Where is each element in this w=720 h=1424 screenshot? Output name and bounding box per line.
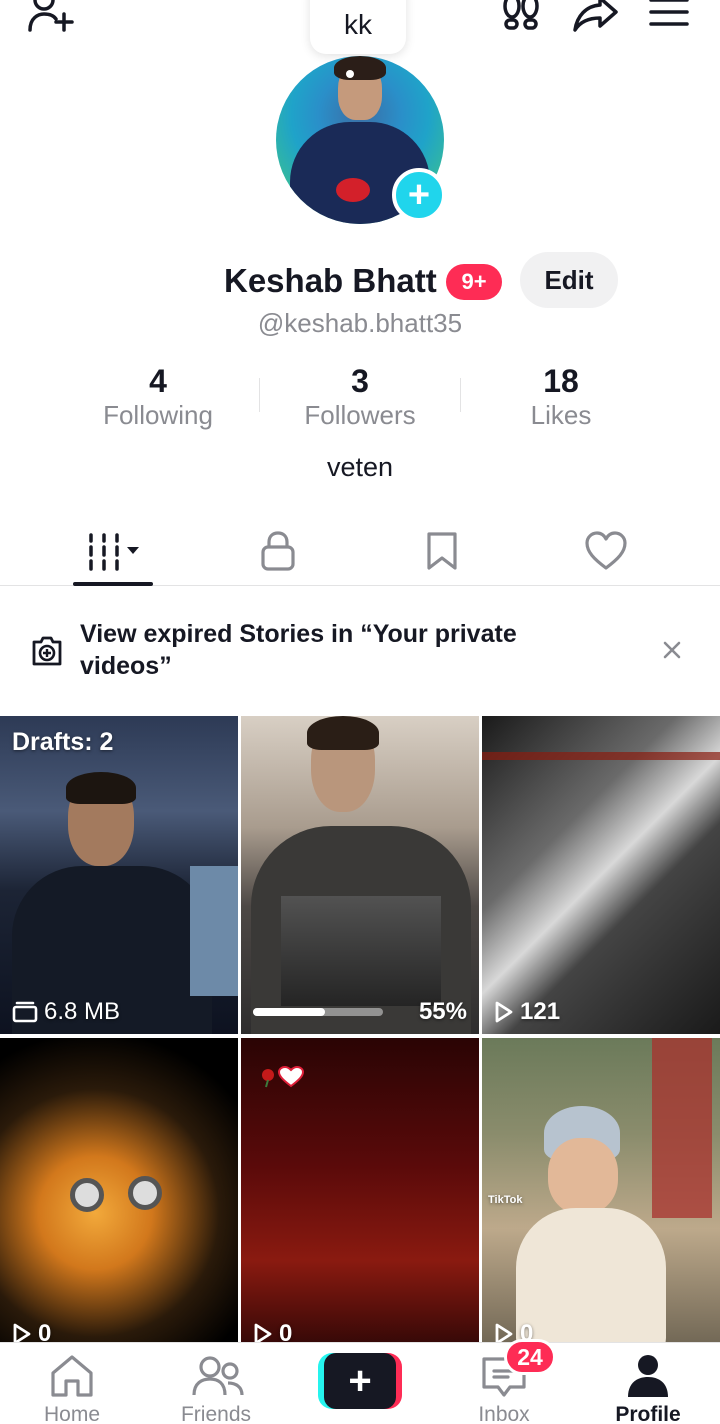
active-tab-indicator	[73, 582, 153, 586]
edit-profile-button[interactable]: Edit	[520, 252, 618, 308]
banner-text: View expired Stories in “Your private vi…	[80, 620, 517, 680]
nav-home[interactable]: Home	[12, 1343, 132, 1424]
video-grid: Drafts: 2 6.8 MB 55% 121 0 0 TikTok 0	[0, 716, 720, 1356]
story-add-icon	[32, 636, 62, 666]
video-cell[interactable]: TikTok 0	[482, 1038, 720, 1356]
profile-stats: 4 Following 3 Followers 18 Likes	[0, 362, 720, 442]
share-icon[interactable]	[572, 0, 620, 34]
bottom-navigation: Home Friends + Inbox 24 Profile	[0, 1339, 720, 1424]
profile-handle: @keshab.bhatt35	[257, 308, 463, 338]
menu-icon[interactable]	[648, 0, 690, 34]
tiktok-watermark: TikTok	[488, 1194, 523, 1206]
content-tabs	[0, 516, 720, 586]
stat-value: 4	[149, 363, 167, 399]
name-row: Keshab Bhatt 9+ Edit	[0, 252, 720, 310]
add-story-button[interactable]: +	[392, 168, 446, 222]
stat-following[interactable]: 4 Following	[58, 362, 258, 431]
top-bar: kk	[0, 0, 720, 54]
bookmark-icon	[427, 532, 457, 570]
profile-name: Keshab Bhatt	[224, 262, 437, 299]
notification-badge[interactable]: 9+	[446, 264, 502, 300]
stat-likes[interactable]: 18 Likes	[461, 362, 661, 431]
play-icon	[495, 1001, 513, 1023]
inbox-badge: 24	[504, 1339, 556, 1375]
stat-label: Following	[103, 400, 213, 430]
upload-progress-text: 55%	[418, 998, 467, 1025]
video-cell[interactable]: 0	[241, 1038, 479, 1356]
note-pointer-dot	[346, 70, 354, 78]
profile-bio: veten	[326, 452, 394, 482]
nav-friends[interactable]: Friends	[156, 1343, 276, 1424]
profile-note-text: kk	[344, 9, 372, 40]
stat-label: Followers	[304, 400, 416, 430]
draft-size-value: 6.8 MB	[44, 998, 121, 1025]
nav-label: Inbox	[478, 1403, 530, 1424]
video-cell[interactable]: 0	[0, 1038, 238, 1356]
view-count: 121	[494, 998, 560, 1026]
close-banner-button[interactable]	[658, 636, 686, 664]
tab-private[interactable]	[228, 516, 328, 586]
upload-progress-bar	[253, 1008, 383, 1016]
upload-progress-fill	[253, 1008, 325, 1016]
tab-favorites[interactable]	[392, 516, 492, 586]
lock-icon	[261, 531, 295, 571]
profile-icon	[628, 1355, 668, 1397]
heart-icon	[585, 531, 627, 570]
view-count-value: 121	[520, 998, 561, 1025]
stat-value: 18	[543, 363, 579, 399]
videos-grid-icon	[89, 533, 139, 571]
draft-size: 6.8 MB	[12, 998, 120, 1026]
create-button[interactable]: +	[318, 1353, 402, 1409]
expired-stories-banner[interactable]: View expired Stories in “Your private vi…	[0, 606, 720, 702]
video-cell[interactable]: 121	[482, 716, 720, 1034]
tab-videos[interactable]	[63, 516, 163, 586]
footprints-icon[interactable]	[500, 0, 542, 34]
tab-liked[interactable]	[556, 516, 656, 586]
stat-followers[interactable]: 3 Followers	[260, 362, 460, 431]
stat-value: 3	[351, 363, 369, 399]
nav-label: Profile	[615, 1403, 681, 1424]
close-icon	[663, 641, 681, 659]
video-cell-drafts[interactable]: Drafts: 2 6.8 MB	[0, 716, 238, 1034]
drafts-label: Drafts: 2	[12, 728, 114, 756]
video-cell-uploading[interactable]: 55%	[241, 716, 479, 1034]
rose-heart-sticker	[262, 1066, 305, 1088]
profile-note-bubble[interactable]: kk	[310, 0, 406, 54]
nav-label: Home	[43, 1403, 101, 1424]
home-icon	[51, 1355, 93, 1397]
create-plus-label: +	[324, 1353, 396, 1409]
stat-label: Likes	[530, 400, 592, 430]
nav-label: Friends	[180, 1403, 252, 1424]
nav-profile[interactable]: Profile	[588, 1343, 708, 1424]
friends-icon	[192, 1356, 244, 1396]
folder-icon	[12, 1001, 38, 1023]
add-friend-icon[interactable]	[26, 0, 76, 36]
